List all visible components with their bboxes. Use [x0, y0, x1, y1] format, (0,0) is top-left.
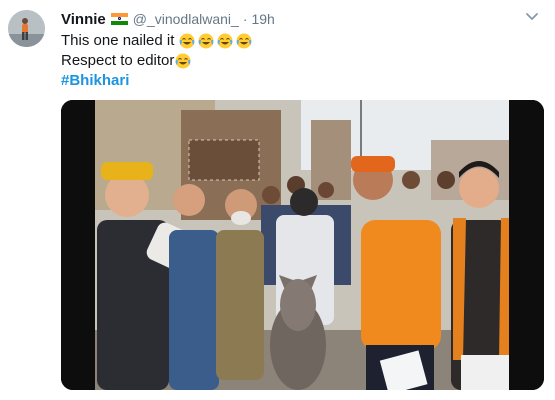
india-flag-icon	[110, 13, 128, 25]
tweet-text-line: This one nailed it	[61, 32, 175, 49]
display-name[interactable]: Vinnie	[61, 11, 106, 28]
tweet-header: Vinnie @_vinodlalwani_ · 19h	[61, 9, 275, 29]
photo-illustration	[61, 100, 544, 390]
separator-dot: ·	[242, 11, 248, 27]
face-with-tears-of-joy-emoji	[175, 53, 191, 69]
tweet-photo[interactable]	[61, 100, 544, 390]
chevron-down-icon[interactable]	[523, 10, 541, 24]
tweet-text-line: Respect to editor	[61, 52, 175, 69]
tweet-text: This one nailed it Respect to editor #Bh…	[61, 31, 252, 91]
face-with-tears-of-joy-emoji	[198, 33, 214, 49]
avatar[interactable]	[8, 10, 45, 47]
user-handle[interactable]: @_vinodlalwani_	[133, 11, 239, 27]
hashtag-link[interactable]: #Bhikhari	[61, 71, 129, 91]
timestamp[interactable]: 19h	[251, 11, 274, 27]
tweet-line-1: This one nailed it	[61, 31, 252, 51]
tweet-line-3: #Bhikhari	[61, 71, 252, 91]
face-with-tears-of-joy-emoji	[236, 33, 252, 49]
face-with-tears-of-joy-emoji	[179, 33, 195, 49]
face-with-tears-of-joy-emoji	[217, 33, 233, 49]
tweet: Vinnie @_vinodlalwani_ · 19h This one na…	[0, 0, 555, 400]
tweet-line-2: Respect to editor	[61, 51, 252, 71]
